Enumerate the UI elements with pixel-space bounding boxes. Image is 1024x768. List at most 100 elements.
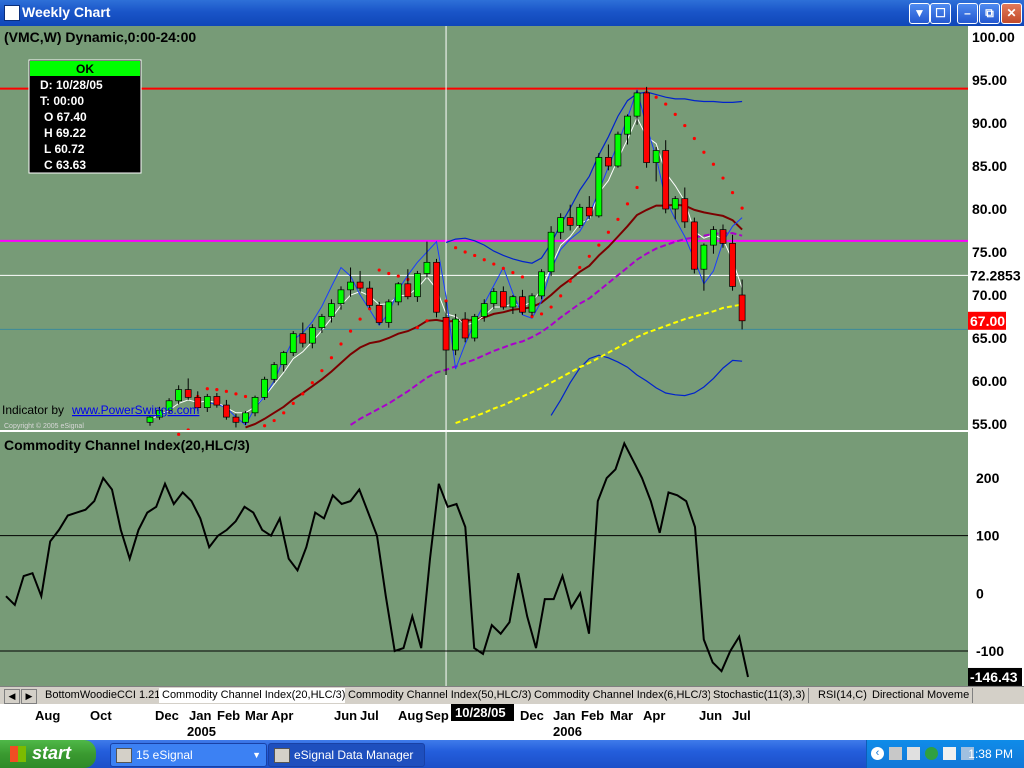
candle-body: [356, 281, 364, 289]
sar-dot: [310, 381, 314, 385]
candle-body: [576, 206, 584, 226]
chart-app-icon: [4, 5, 20, 21]
tray-expand-icon[interactable]: ‹: [871, 747, 884, 760]
candle-body: [662, 150, 670, 210]
candle-body: [146, 416, 154, 423]
data-manager-icon: [274, 748, 290, 763]
tab-rsi[interactable]: RSI(14,C): [815, 688, 871, 703]
dropdown-button[interactable]: ▼: [909, 3, 930, 24]
cci-chart-title: Commodity Channel Index(20,HLC/3): [4, 437, 250, 453]
taskbar-item-data-manager[interactable]: eSignal Data Manager: [268, 743, 425, 767]
candle-body: [710, 229, 717, 246]
esignal-window-icon: [116, 748, 132, 763]
sar-dot: [654, 95, 658, 99]
app-tray-icon[interactable]: [925, 747, 938, 760]
info-date: D: 10/28/05: [40, 78, 103, 92]
candle-body: [184, 389, 192, 398]
candle-body: [681, 198, 689, 223]
sar-dot: [501, 266, 505, 270]
data-window: OK D: 10/28/05 T: 00:00 O 67.40 H 69.22 …: [28, 59, 142, 174]
candle-body: [538, 271, 545, 297]
price-tick-label: 65.00: [972, 330, 1007, 346]
candle-body: [471, 316, 479, 339]
tab-scroll-left-icon[interactable]: ◀: [4, 689, 20, 704]
time-tick-label: Aug: [398, 708, 424, 723]
time-tick-label: Apr: [271, 708, 294, 723]
candle-body: [299, 333, 307, 344]
sar-dot: [301, 392, 305, 396]
candle-body: [605, 157, 612, 167]
study-tabs-bar: ◀ ▶ BottomWoodieCCI 1.21 Commodity Chann…: [0, 686, 1024, 705]
windows-logo-icon: [10, 746, 26, 762]
network-icon[interactable]: [889, 747, 902, 760]
restore-box-button[interactable]: ☐: [930, 3, 951, 24]
sar-dot: [587, 254, 591, 258]
price-and-cci-chart[interactable]: 100.00 95.00 90.00 85.00 80.00 75.00 70.00 65.0…: [0, 26, 1024, 686]
candle-body: [385, 301, 393, 323]
tab-stochastic[interactable]: Stochastic(11(3),3): [710, 688, 810, 703]
price-tick-label: 80.00: [972, 201, 1007, 217]
candle-body: [461, 318, 469, 339]
window-titlebar: Weekly Chart ▼ ☐ – ⧉ ✕: [0, 0, 1024, 26]
candle-body: [433, 261, 440, 313]
candle-body: [394, 283, 402, 303]
indicator-credit: Indicator by: [2, 403, 64, 417]
sar-dot: [673, 112, 677, 116]
time-tick-label: Dec: [520, 708, 544, 723]
powerswings-link[interactable]: www.PowerSwings.com: [71, 403, 199, 417]
candle-body: [738, 294, 746, 322]
sar-dot: [425, 319, 429, 323]
candle-body: [700, 244, 708, 270]
candle-body: [423, 261, 431, 274]
candle-body: [500, 291, 507, 308]
tab-cci-6[interactable]: Commodity Channel Index(6,HLC/3): [531, 688, 716, 703]
candle-body: [261, 378, 268, 398]
taskbar-item-label: eSignal Data Manager: [294, 748, 414, 762]
minimize-button[interactable]: –: [957, 3, 978, 24]
candle-body: [547, 231, 555, 273]
start-button[interactable]: start: [0, 740, 96, 768]
speaker-icon[interactable]: [943, 747, 956, 760]
taskbar-item-label: 15 eSignal: [136, 748, 193, 762]
candle-body: [337, 289, 345, 304]
cci-tick-label: 100: [976, 528, 1000, 544]
candle-body: [366, 287, 373, 306]
price-tick-label: 60.00: [972, 373, 1007, 389]
info-low: L 60.72: [44, 142, 85, 156]
price-tick-label: 90.00: [972, 115, 1007, 131]
candle-body: [347, 281, 354, 291]
candle-body: [595, 157, 603, 217]
price-tick-label: 70.00: [972, 287, 1007, 303]
sar-dot: [730, 191, 735, 195]
info-open: O 67.40: [44, 110, 87, 124]
info-time: T: 00:00: [40, 94, 84, 108]
sar-dot: [329, 356, 334, 360]
candle-body: [203, 396, 211, 409]
copyright-note: Copyright © 2005 eSignal: [4, 422, 84, 430]
price-tick-label: 95.00: [972, 72, 1007, 88]
cci-tick-label: 200: [976, 470, 1000, 486]
cursor-date-label: 10/28/05: [455, 705, 506, 720]
start-label: start: [32, 743, 72, 763]
maximize-button[interactable]: ⧉: [979, 3, 1000, 24]
printer-icon[interactable]: [907, 747, 920, 760]
candle-body: [490, 291, 498, 304]
taskbar-item-esignal[interactable]: 15 eSignal ▼: [110, 743, 267, 767]
time-tick-label: Feb: [581, 708, 605, 723]
tab-bottomwoodiecci[interactable]: BottomWoodieCCI 1.21: [42, 688, 165, 703]
candle-body: [213, 396, 221, 406]
windows-taskbar: start 15 eSignal ▼ eSignal Data Manager …: [0, 740, 1024, 768]
time-axis: 10/28/05 Aug Oct Dec Jan Feb Mar Apr Jun Jul Aug S…: [0, 704, 1024, 740]
price-tick-label: 100.00: [972, 29, 1015, 45]
close-button[interactable]: ✕: [1001, 3, 1022, 24]
candle-body: [242, 412, 249, 423]
tab-directional-movement[interactable]: Directional Moveme: [869, 688, 974, 703]
candle-body: [414, 273, 421, 298]
tab-cci-50[interactable]: Commodity Channel Index(50,HLC/3): [345, 688, 536, 703]
sar-dot: [282, 411, 286, 415]
info-close: C 63.63: [44, 158, 86, 172]
clock: 1:38 PM: [968, 747, 1013, 761]
last-price-label: 67.00: [970, 313, 1005, 329]
tab-scroll-right-icon[interactable]: ▶: [21, 689, 37, 704]
tab-cci-20[interactable]: Commodity Channel Index(20,HLC/3): [159, 688, 350, 703]
